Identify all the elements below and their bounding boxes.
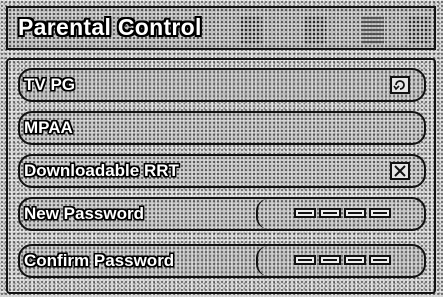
confirm-password-field[interactable] — [256, 246, 428, 276]
new-password-field[interactable] — [256, 199, 428, 229]
decorative-pattern — [362, 16, 384, 44]
password-mask-char — [294, 208, 316, 218]
password-mask-group — [294, 255, 391, 265]
menu-item-downloadable-rrt[interactable]: Downloadable RRT — [18, 154, 426, 188]
menu-item-label: Downloadable RRT — [24, 161, 179, 180]
refresh-arrow-icon[interactable] — [390, 76, 410, 94]
decorative-pattern — [304, 16, 326, 44]
decorative-pattern — [408, 16, 430, 44]
password-mask-group — [294, 208, 391, 218]
parental-control-screen: Parental Control TV PG MPAA Downloadable… — [0, 0, 443, 297]
menu-item-label: New Password — [24, 204, 144, 223]
menu-item-new-password: New Password — [18, 197, 426, 231]
menu-item-label: MPAA — [24, 118, 73, 137]
password-mask-char — [294, 255, 316, 265]
password-mask-char — [344, 255, 366, 265]
password-mask-char — [319, 208, 341, 218]
page-title: Parental Control — [18, 14, 202, 40]
password-mask-char — [369, 208, 391, 218]
x-box-icon[interactable] — [390, 162, 410, 180]
title-bar: Parental Control — [6, 6, 436, 50]
decorative-pattern — [240, 16, 262, 44]
menu-item-confirm-password: Confirm Password — [18, 244, 426, 278]
menu-item-mpaa[interactable]: MPAA — [18, 111, 426, 145]
password-mask-char — [369, 255, 391, 265]
password-mask-char — [319, 255, 341, 265]
menu-item-tv-pg[interactable]: TV PG — [18, 68, 426, 102]
menu-item-label: TV PG — [24, 75, 76, 94]
password-mask-char — [344, 208, 366, 218]
settings-panel: TV PG MPAA Downloadable RRT New Password… — [6, 58, 436, 294]
menu-item-label: Confirm Password — [24, 251, 175, 270]
